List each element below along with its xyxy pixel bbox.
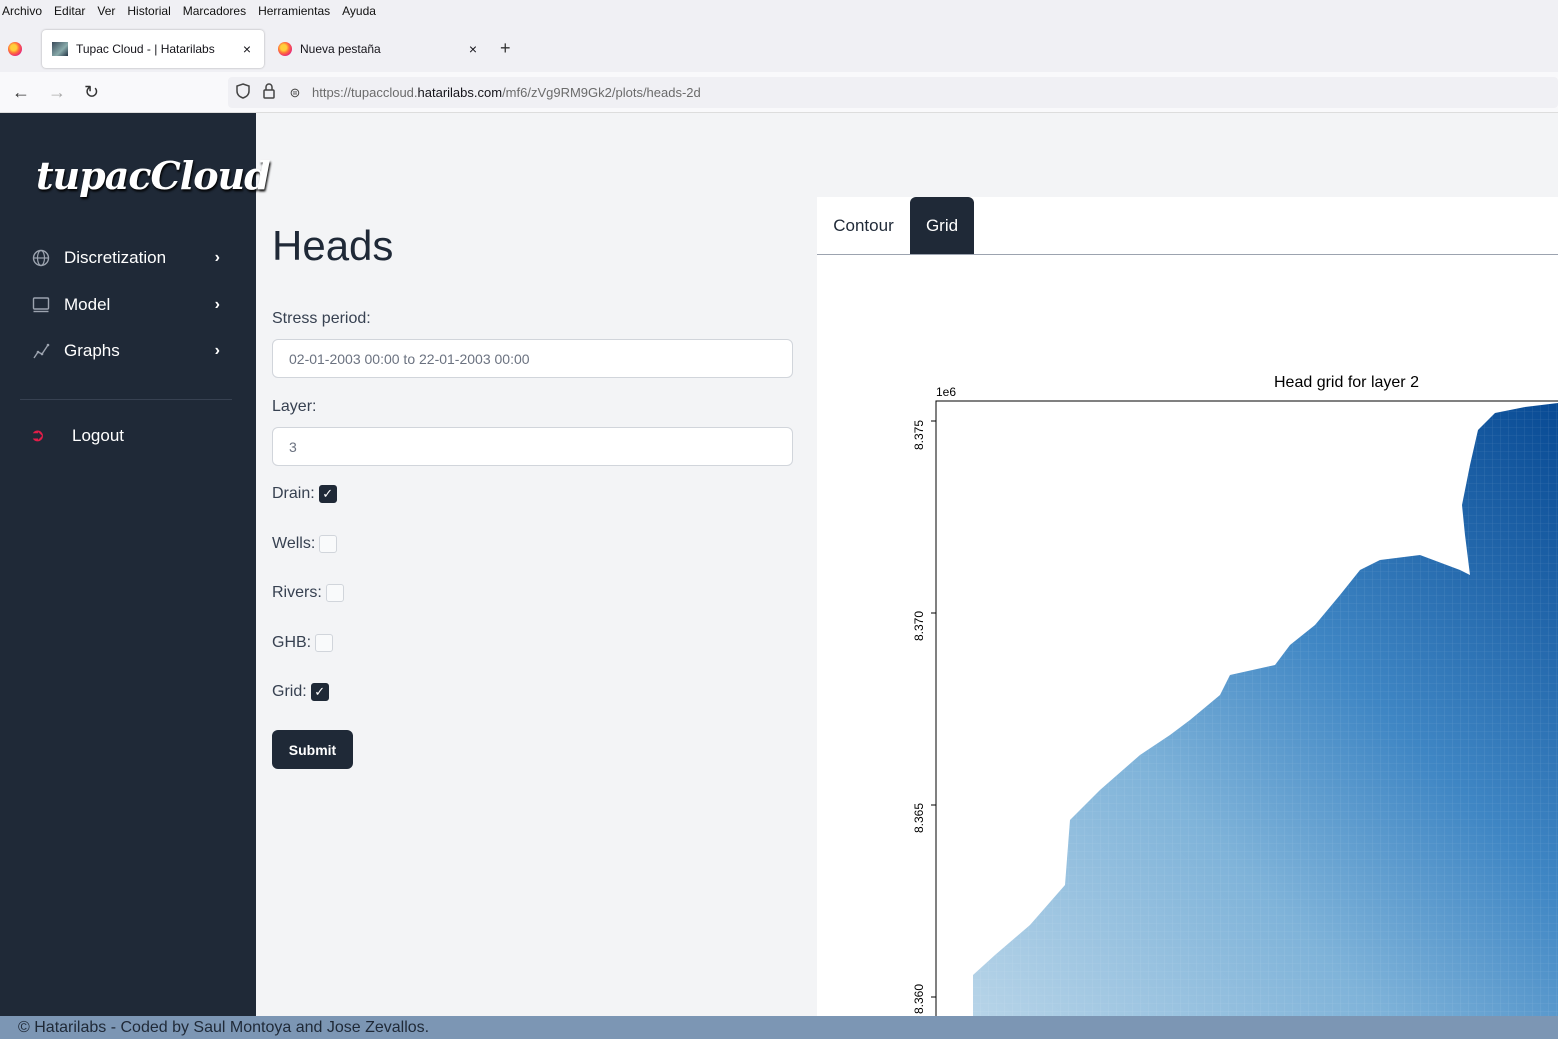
logout-icon: ➲ (30, 425, 46, 445)
browser-tab-active[interactable]: Tupac Cloud - | Hatarilabs × (42, 30, 264, 68)
menu-herramientas[interactable]: Herramientas (258, 4, 330, 18)
sidebar-item-label: Model (64, 295, 111, 314)
navigation-bar: ← → ↻ ⊜ https://tupaccloud.hatarilabs.co… (0, 72, 1558, 113)
tab-title: Nueva pestaña (300, 42, 381, 56)
app-logo[interactable]: tupacCloud (36, 153, 271, 198)
layer-label: Layer: (272, 398, 317, 415)
monitor-icon (30, 294, 52, 316)
logout-label: Logout (72, 425, 124, 445)
menu-marcadores[interactable]: Marcadores (183, 4, 246, 18)
tab-bar: Tupac Cloud - | Hatarilabs × Nueva pesta… (0, 22, 1558, 72)
shield-icon[interactable] (232, 83, 254, 102)
layer-input[interactable]: 3 (272, 427, 793, 466)
close-tab-icon[interactable]: × (236, 41, 258, 57)
wells-checkbox[interactable] (319, 535, 338, 553)
chevron-right-icon: › (214, 249, 220, 266)
rivers-label: Rivers: (272, 584, 322, 601)
sidebar-item-model[interactable]: Model › (30, 290, 220, 320)
stress-period-select[interactable]: 02-01-2003 00:00 to 22-01-2003 00:00 (272, 339, 793, 378)
menu-editar[interactable]: Editar (54, 4, 85, 18)
browser-tab-new[interactable]: Nueva pestaña × (268, 30, 490, 68)
firefox-favicon-icon (278, 42, 292, 56)
head-grid-plot (931, 400, 1558, 1016)
drain-checkbox[interactable]: ✓ (318, 485, 337, 503)
menu-historial[interactable]: Historial (127, 4, 170, 18)
tab-title: Tupac Cloud - | Hatarilabs (76, 42, 215, 56)
chevron-right-icon: › (214, 342, 220, 359)
url-bar[interactable]: ⊜ https://tupaccloud.hatarilabs.com/mf6/… (228, 77, 1558, 108)
y-tick-label: 8.360 (912, 983, 926, 1014)
wells-check-row: Wells: (272, 535, 338, 553)
drain-label: Drain: (272, 485, 315, 502)
lock-icon[interactable] (258, 83, 280, 102)
firefox-icon[interactable] (8, 42, 22, 56)
sidebar-item-label: Discretization (64, 248, 167, 267)
sidebar: tupacCloud Discretization › Model › Grap… (0, 113, 271, 1016)
reload-icon[interactable]: ↻ (84, 82, 99, 102)
grid-checkbox[interactable]: ✓ (310, 683, 329, 701)
y-tick-label: 8.375 (912, 419, 926, 450)
page-title: Heads (272, 222, 394, 269)
stress-period-label: Stress period: (272, 310, 371, 327)
back-arrow-icon[interactable]: ← (12, 82, 30, 102)
wells-label: Wells: (272, 535, 316, 552)
submit-button[interactable]: Submit (272, 730, 353, 769)
ghb-checkbox[interactable] (315, 634, 334, 652)
rivers-check-row: Rivers: (272, 584, 344, 602)
menu-archivo[interactable]: Archivo (2, 4, 42, 18)
plot-title: Head grid for layer 2 (1274, 374, 1419, 391)
rivers-checkbox[interactable] (325, 584, 344, 602)
drain-check-row: Drain: ✓ (272, 485, 337, 503)
tabs-divider (817, 254, 1558, 255)
new-tab-button[interactable]: + (500, 38, 511, 59)
ghb-check-row: GHB: (272, 634, 334, 652)
grid-label: Grid: (272, 683, 307, 700)
close-tab-icon[interactable]: × (462, 41, 484, 57)
sidebar-divider (20, 399, 232, 400)
footer: © Hatarilabs - Coded by Saul Montoya and… (0, 1016, 1558, 1039)
tupac-favicon-icon (52, 42, 68, 56)
y-tick-label: 8.370 (912, 610, 926, 641)
menu-ver[interactable]: Ver (97, 4, 115, 18)
line-chart-icon (30, 340, 52, 362)
permissions-icon[interactable]: ⊜ (284, 85, 306, 101)
y-tick-label: 8.365 (912, 802, 926, 833)
grid-check-row: Grid: ✓ (272, 683, 329, 701)
sidebar-item-label: Graphs (64, 341, 120, 360)
menu-bar: Archivo Editar Ver Historial Marcadores … (0, 0, 1558, 22)
sidebar-item-discretization[interactable]: Discretization › (30, 243, 220, 273)
menu-ayuda[interactable]: Ayuda (342, 4, 376, 18)
logout-link[interactable]: ➲ Logout (30, 425, 124, 446)
globe-icon (30, 247, 52, 269)
url-text: https://tupaccloud.hatarilabs.com/mf6/zV… (312, 85, 701, 100)
tab-contour[interactable]: Contour (817, 197, 910, 254)
sidebar-item-graphs[interactable]: Graphs › (30, 336, 220, 366)
forward-arrow-icon[interactable]: → (48, 82, 66, 102)
ghb-label: GHB: (272, 634, 312, 651)
chevron-right-icon: › (214, 296, 220, 313)
tab-grid[interactable]: Grid (910, 197, 974, 254)
